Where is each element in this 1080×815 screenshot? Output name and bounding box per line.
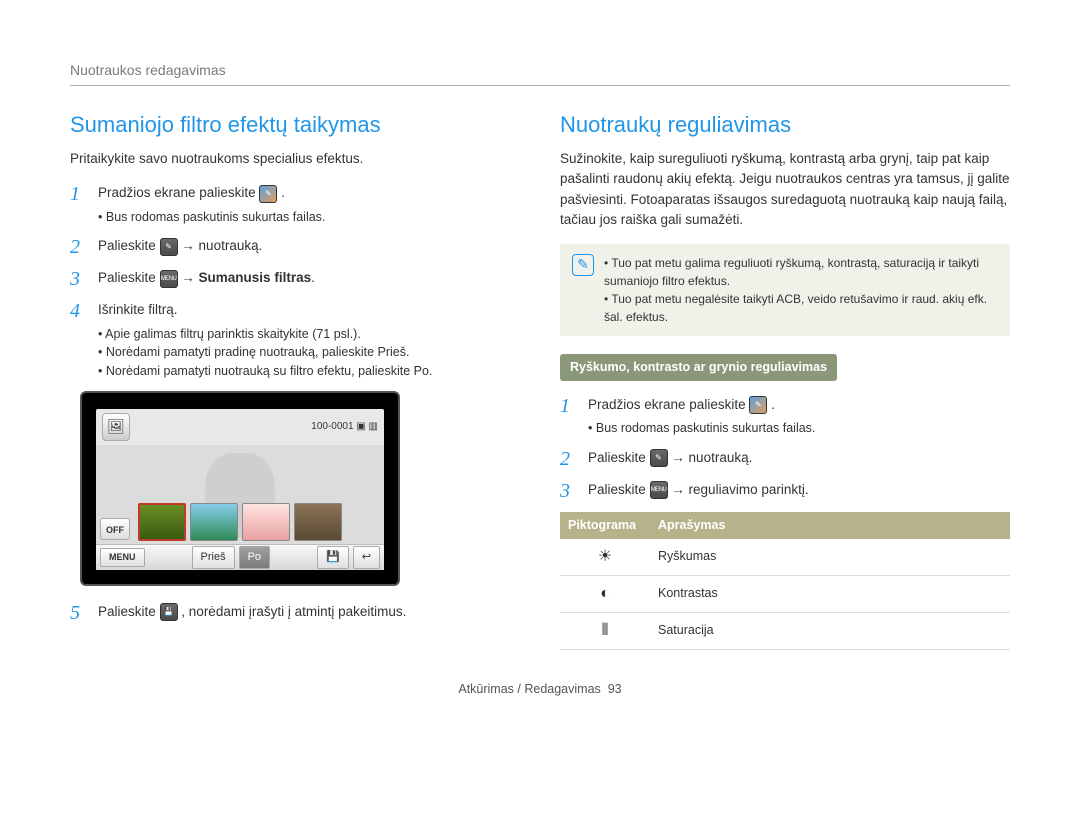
save-icon: 💾 <box>160 603 178 621</box>
table-header: Piktograma <box>560 512 650 539</box>
step-number: 2 <box>70 236 88 258</box>
step-number: 1 <box>560 395 578 438</box>
left-intro: Pritaikykite savo nuotraukoms specialius… <box>70 149 520 169</box>
edit-mode-icon: ✎ <box>650 449 668 467</box>
table-row: ◐ Kontrastas <box>560 575 1010 612</box>
filter-thumbnail[interactable] <box>242 503 290 541</box>
footer-page-number: 93 <box>608 682 622 696</box>
table-row: ☀ Ryškumas <box>560 539 1010 576</box>
step-text: Pradžios ekrane palieskite <box>588 397 749 412</box>
table-header: Aprašymas <box>650 512 1010 539</box>
table-cell: Ryškumas <box>650 539 1010 576</box>
step-number: 3 <box>560 480 578 502</box>
step-text: Išrinkite filtrą. <box>98 302 178 317</box>
step-text: Palieskite <box>98 604 160 619</box>
back-button[interactable]: ↩ <box>353 546 380 569</box>
play-icon: ▣ ▥ <box>356 421 378 432</box>
contrast-icon: ◐ <box>560 575 650 612</box>
edit-photo-icon: ✎ <box>259 185 277 203</box>
filter-thumbnail[interactable] <box>294 503 342 541</box>
menu-icon: MENU <box>650 481 668 499</box>
menu-icon: MENU <box>160 270 178 288</box>
edit-photo-icon: ✎ <box>749 396 767 414</box>
note-item: Tuo pat metu galima reguliuoti ryškumą, … <box>604 254 998 290</box>
note-item: Tuo pat metu negalėsite taikyti ACB, vei… <box>604 290 998 326</box>
step-bullet: Norėdami pamatyti pradinę nuotrauką, pal… <box>98 343 520 362</box>
step-bullet: Apie galimas filtrų parinktis skaitykite… <box>98 325 520 344</box>
right-steps: 1 Pradžios ekrane palieskite ✎ . Bus rod… <box>560 395 1010 502</box>
save-button[interactable]: 💾 <box>317 546 349 569</box>
left-steps-cont: 5 Palieskite 💾 , norėdami įrašyti į atmi… <box>70 602 520 624</box>
step-text-post: , norėdami įrašyti į atmintį pakeitimus. <box>181 604 406 619</box>
icon-description-table: Piktograma Aprašymas ☀ Ryškumas ◐ Kontra… <box>560 512 1010 650</box>
step-number: 1 <box>70 183 88 226</box>
step-text-post: . <box>771 397 775 412</box>
step-bullet: Bus rodomas paskutinis sukurtas failas. <box>98 208 520 227</box>
step-text-post: → nuotrauką. <box>671 450 752 465</box>
step-number: 5 <box>70 602 88 624</box>
before-button[interactable]: Prieš <box>192 546 235 569</box>
after-button[interactable]: Po <box>239 546 270 569</box>
menu-button[interactable]: MENU <box>100 548 145 568</box>
breadcrumb: Nuotraukos redagavimas <box>70 60 1010 86</box>
left-title: Sumaniojo filtro efektų taikymas <box>70 108 520 141</box>
saturation-icon: ⦀ <box>560 612 650 649</box>
filter-thumbnail[interactable] <box>138 503 186 541</box>
table-cell: Kontrastas <box>650 575 1010 612</box>
filter-mode-icon[interactable]: 🖼 <box>102 413 130 441</box>
right-title: Nuotraukų reguliavimas <box>560 108 1010 141</box>
step-number: 4 <box>70 300 88 381</box>
step-bullet: Norėdami pamatyti nuotrauką su filtro ef… <box>98 362 520 381</box>
right-column: Nuotraukų reguliavimas Sužinokite, kaip … <box>560 108 1010 650</box>
step-text: Palieskite <box>98 270 160 285</box>
step-text-post: → nuotrauką. <box>181 238 262 253</box>
device-screenshot: 🖼 100-0001 ▣ ▥ OFF <box>80 391 400 586</box>
step-text: Palieskite <box>588 450 650 465</box>
step-text-post: → reguliavimo parinktį. <box>671 482 808 497</box>
subsection-header: Ryškumo, kontrasto ar grynio reguliavima… <box>560 354 837 381</box>
left-steps: 1 Pradžios ekrane palieskite ✎ . Bus rod… <box>70 183 520 381</box>
left-column: Sumaniojo filtro efektų taikymas Pritaik… <box>70 108 520 650</box>
step-number: 3 <box>70 268 88 290</box>
page-footer: Atkūrimas / Redagavimas 93 <box>70 680 1010 699</box>
off-button[interactable]: OFF <box>100 518 130 540</box>
step-text-bold: → Sumanusis filtras <box>181 270 311 285</box>
footer-section: Atkūrimas / Redagavimas <box>458 682 600 696</box>
table-row: ⦀ Saturacija <box>560 612 1010 649</box>
step-text: Palieskite <box>98 238 160 253</box>
step-bullet: Bus rodomas paskutinis sukurtas failas. <box>588 419 1010 438</box>
note-icon: ✎ <box>572 254 594 276</box>
step-text-post: . <box>281 185 285 200</box>
image-counter: 100-0001 <box>311 421 353 432</box>
step-text: Pradžios ekrane palieskite <box>98 185 259 200</box>
step-text-post: . <box>311 270 315 285</box>
filter-thumbnail[interactable] <box>190 503 238 541</box>
note-box: ✎ Tuo pat metu galima reguliuoti ryškumą… <box>560 244 1010 336</box>
brightness-icon: ☀ <box>560 539 650 576</box>
table-cell: Saturacija <box>650 612 1010 649</box>
edit-mode-icon: ✎ <box>160 238 178 256</box>
step-text: Palieskite <box>588 482 650 497</box>
right-intro: Sužinokite, kaip sureguliuoti ryškumą, k… <box>560 149 1010 230</box>
step-number: 2 <box>560 448 578 470</box>
